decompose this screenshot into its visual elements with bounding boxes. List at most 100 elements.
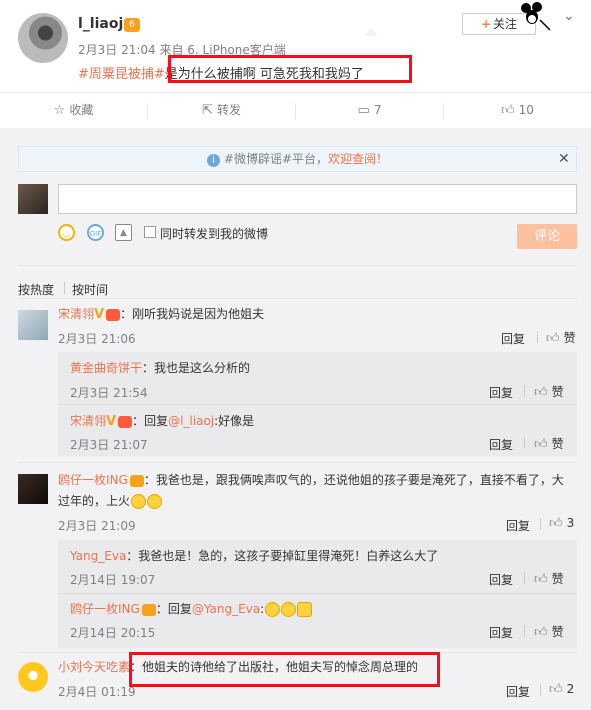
member-badge-icon bbox=[106, 308, 121, 321]
favorite-button[interactable]: ☆ 收藏 bbox=[0, 93, 147, 129]
reply-link[interactable]: 回复 bbox=[506, 683, 530, 700]
post-text: 是为什么被捕啊 可急死我和我妈了 bbox=[164, 67, 364, 82]
divider bbox=[537, 331, 538, 343]
gif-icon[interactable]: GIF bbox=[87, 224, 104, 241]
reply-author[interactable]: Yang_Eva bbox=[70, 549, 126, 563]
chevron-down-icon[interactable]: ⌄ bbox=[563, 8, 575, 24]
reply-body: ：我爸也是！急的，这孩子要掉缸里得淹死！白养这么大了 bbox=[126, 549, 439, 563]
like-button[interactable]: 👍︎ 10 bbox=[444, 93, 591, 129]
author-avatar[interactable] bbox=[18, 13, 68, 63]
forward-button[interactable]: ⇱ 转发 bbox=[148, 93, 295, 129]
post-body: #周粟昆被捕#是为什么被捕啊 可急死我和我妈了 bbox=[78, 63, 364, 82]
like-count: 3 bbox=[566, 516, 575, 530]
reply-text: Yang_Eva：我爸也是！急的，这孩子要掉缸里得淹死！白养这么大了 bbox=[70, 546, 438, 566]
avatar[interactable] bbox=[18, 474, 48, 504]
avatar[interactable] bbox=[18, 662, 48, 692]
comment-like-button[interactable]: 👍︎ 2 bbox=[549, 682, 574, 697]
notice-link[interactable]: 欢迎查阅！ bbox=[328, 152, 388, 166]
star-icon: ☆ bbox=[53, 103, 66, 118]
plus-icon: + bbox=[480, 17, 492, 31]
reply-author[interactable]: 宋清翎 bbox=[70, 414, 106, 428]
comment-text: 鸥仔一枚ING ：我爸也是，跟我俩唉声叹气的，还说他姐的孩子要是淹死了，直接不看了… bbox=[58, 470, 564, 490]
laughing-emoji-icon bbox=[131, 494, 147, 509]
mention-link[interactable]: @l_liaoj bbox=[168, 414, 214, 428]
thumbs-up-icon: 👍︎ bbox=[549, 516, 563, 531]
sort-by-time[interactable]: 按时间 bbox=[72, 281, 108, 298]
info-icon: i bbox=[206, 154, 220, 167]
submit-comment-button[interactable]: 评论 bbox=[517, 224, 577, 249]
thumbs-up-icon: 👍︎ bbox=[549, 682, 563, 697]
comment-author[interactable]: 宋清翎 bbox=[58, 307, 94, 321]
reply-text: 黄金曲奇饼干：我也是这么分析的 bbox=[70, 358, 250, 378]
like-count: 10 bbox=[518, 103, 534, 117]
reply-text: 鸥仔一枚ING ：回复@Yang_Eva: bbox=[70, 599, 313, 619]
image-icon[interactable]: ▲ bbox=[115, 224, 132, 241]
close-icon[interactable]: ✕ bbox=[558, 151, 570, 167]
comment-author[interactable]: 鸥仔一枚ING bbox=[58, 473, 128, 487]
divider bbox=[540, 518, 541, 530]
comment-time: 2月4日 01:19 bbox=[58, 685, 136, 699]
like-count: 赞 bbox=[551, 437, 564, 451]
vip-icon bbox=[141, 603, 156, 616]
reply-link[interactable]: 回复 bbox=[489, 436, 513, 453]
avatar[interactable] bbox=[18, 310, 48, 340]
post-meta: 2月3日 21:04 来自 6. LiPhone客户端 bbox=[78, 43, 286, 57]
comment-button[interactable]: ▭ 7 bbox=[296, 93, 443, 129]
comment-time: 2月3日 21:06 bbox=[58, 332, 136, 346]
tears-emoji-icon bbox=[265, 602, 281, 617]
like-count: 2 bbox=[566, 682, 575, 696]
hashtag-link[interactable]: #周粟昆被捕# bbox=[78, 67, 165, 82]
thumbs-up-icon: 👍︎ bbox=[546, 331, 560, 346]
reply-like-button[interactable]: 👍︎ 赞 bbox=[534, 623, 564, 640]
thumbs-up-icon: 👍︎ bbox=[534, 385, 548, 400]
reply-body: ：回复 bbox=[155, 602, 192, 616]
comment-author[interactable]: 小刘今天吃素 bbox=[58, 660, 130, 674]
reply-like-button[interactable]: 👍︎ 赞 bbox=[534, 435, 564, 452]
reply-link[interactable]: 回复 bbox=[489, 571, 513, 588]
like-count: 赞 bbox=[551, 385, 564, 399]
sync-forward-label: 同时转发到我的微博 bbox=[160, 227, 269, 241]
reply-body-tail: :好像是 bbox=[214, 414, 255, 428]
comment-count: 7 bbox=[373, 103, 382, 117]
thumbs-up-icon: 👍︎ bbox=[534, 572, 548, 587]
divider bbox=[540, 684, 541, 696]
reply-like-button[interactable]: 👍︎ 赞 bbox=[534, 383, 564, 400]
follow-label: 关注 bbox=[493, 17, 518, 31]
comment-like-button[interactable]: 👍︎ 赞 bbox=[546, 329, 576, 346]
reply-link[interactable]: 回复 bbox=[501, 330, 525, 347]
thumbs-up-icon: 👍︎ bbox=[501, 103, 515, 118]
divider bbox=[18, 298, 577, 299]
comment-text: 宋清翎 V ：刚听我妈说是因为他姐夫 bbox=[58, 304, 264, 325]
emoji-icon[interactable]: ◡ bbox=[58, 224, 75, 241]
sync-forward-checkbox[interactable] bbox=[144, 226, 156, 238]
laughing-emoji-icon bbox=[281, 602, 297, 617]
divider bbox=[524, 572, 525, 584]
sort-by-hot[interactable]: 按热度 bbox=[18, 281, 54, 298]
reply-like-button[interactable]: 👍︎ 赞 bbox=[534, 570, 564, 587]
reply-author[interactable]: 黄金曲奇饼干 bbox=[70, 361, 142, 375]
comment-input[interactable] bbox=[58, 184, 577, 214]
reply-link[interactable]: 回复 bbox=[506, 517, 530, 534]
divider bbox=[524, 385, 525, 397]
comment-text-line2: 过年的，上火 bbox=[58, 491, 163, 511]
thumbs-up-icon: 👍︎ bbox=[534, 625, 548, 640]
post-action-bar: ☆ 收藏 ⇱ 转发 ▭ 7 👍︎ 10 bbox=[0, 92, 591, 128]
current-user-avatar bbox=[18, 184, 48, 214]
verified-v-icon: V bbox=[94, 307, 105, 322]
author-username[interactable]: l_liaoj bbox=[78, 16, 123, 32]
favorite-label: 收藏 bbox=[69, 103, 94, 117]
thumbs-up-emoji-icon bbox=[297, 602, 313, 617]
reply-link[interactable]: 回复 bbox=[489, 384, 513, 401]
vip-icon bbox=[129, 474, 144, 487]
comment-like-button[interactable]: 👍︎ 3 bbox=[549, 516, 574, 531]
reply-text: 宋清翎 V ：回复@l_liaoj:好像是 bbox=[70, 411, 254, 432]
forward-icon: ⇱ bbox=[202, 103, 213, 118]
like-count: 赞 bbox=[551, 572, 564, 586]
reply-body: ：回复 bbox=[132, 414, 169, 428]
reply-link[interactable]: 回复 bbox=[489, 624, 513, 641]
reply-author[interactable]: 鸥仔一枚ING bbox=[70, 602, 140, 616]
weibo-post: l_liaoj 6 2月3日 21:04 来自 6. LiPhone客户端 #周… bbox=[0, 0, 591, 92]
divider bbox=[524, 437, 525, 449]
tears-emoji-icon bbox=[147, 494, 163, 509]
mention-link[interactable]: @Yang_Eva bbox=[192, 602, 260, 616]
